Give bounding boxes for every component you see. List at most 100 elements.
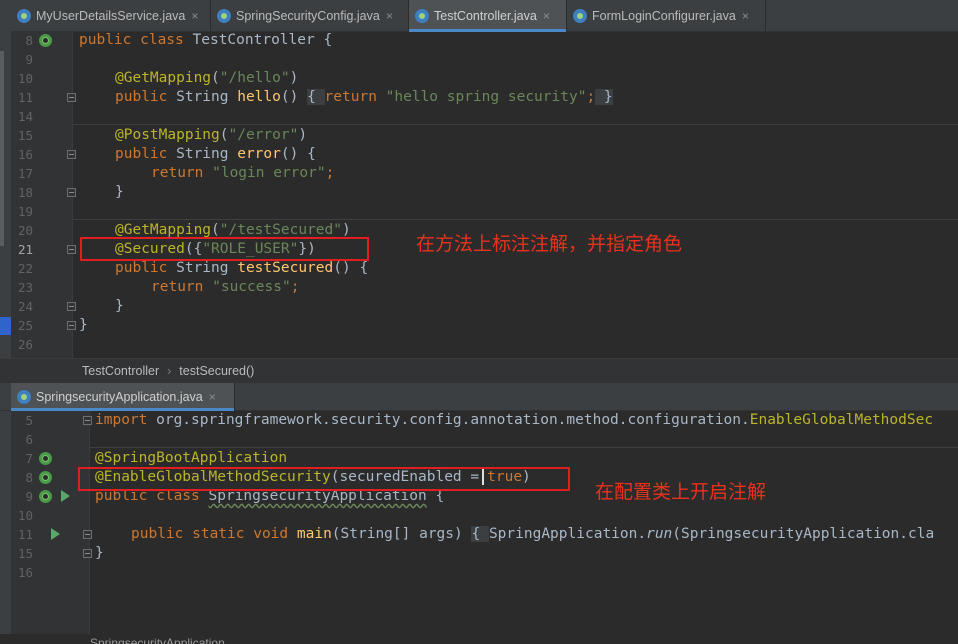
- java-class-icon: [17, 8, 31, 23]
- line-number: 11: [17, 90, 33, 105]
- editor-springsecurityapplication[interactable]: 5 import org.springframework.security.co…: [0, 411, 958, 634]
- code-line: 10 @GetMapping("/hello"): [0, 69, 958, 88]
- code-line: 16: [0, 563, 958, 582]
- line-number: 23: [17, 280, 33, 295]
- line-number: 20: [17, 223, 33, 238]
- spring-bean-icon[interactable]: [39, 490, 52, 503]
- line-number: 21: [17, 242, 33, 257]
- fold-toggle[interactable]: [83, 549, 92, 558]
- line-number: 8: [25, 470, 33, 485]
- tab-label: SpringSecurityConfig.java: [236, 8, 380, 23]
- line-number: 26: [17, 337, 33, 352]
- code-text: @PostMapping("/error"): [115, 127, 308, 143]
- top-tab-bar: MyUserDetailsService.java × SpringSecuri…: [0, 0, 958, 32]
- annotation-note-config: 在配置类上开启注解: [595, 481, 767, 503]
- code-line: 17 return "login error";: [0, 164, 958, 183]
- line-number: 17: [17, 166, 33, 181]
- code-line: 18 }: [0, 183, 958, 202]
- highlight-box-secured: [80, 237, 369, 261]
- code-text: public String hello() { return "hello sp…: [115, 89, 613, 105]
- line-number: 22: [17, 261, 33, 276]
- line-number: 15: [17, 546, 33, 561]
- code-text: @SpringBootApplication: [95, 450, 288, 466]
- code-line: 11 public String hello() { return "hello…: [0, 88, 958, 107]
- tab-springsecurityapplication[interactable]: SpringsecurityApplication.java ×: [11, 383, 235, 411]
- line-number: 16: [17, 147, 33, 162]
- breadcrumb-class[interactable]: TestController: [82, 364, 159, 378]
- bottom-tab-bar: SpringsecurityApplication.java ×: [0, 383, 958, 411]
- code-text: }: [115, 184, 124, 200]
- close-icon[interactable]: ×: [543, 9, 550, 23]
- tab-myuserdetailsservice[interactable]: MyUserDetailsService.java ×: [11, 0, 211, 31]
- fold-toggle[interactable]: [67, 321, 76, 330]
- line-number: 7: [25, 451, 33, 466]
- line-number: 19: [17, 204, 33, 219]
- code-line: 25 }: [0, 316, 958, 335]
- line-number: 5: [25, 413, 33, 428]
- code-line: 5 import org.springframework.security.co…: [0, 411, 958, 430]
- tab-label: MyUserDetailsService.java: [36, 8, 186, 23]
- breadcrumb-method[interactable]: testSecured(): [179, 364, 254, 378]
- line-number: 11: [17, 527, 33, 542]
- run-icon[interactable]: [61, 490, 70, 502]
- line-number: 6: [25, 432, 33, 447]
- code-line: 8 public class TestController {: [0, 31, 958, 50]
- tab-label: TestController.java: [434, 8, 537, 23]
- code-text: public String error() {: [115, 146, 316, 162]
- line-number: 15: [17, 128, 33, 143]
- code-line: 11 public static void main(String[] args…: [0, 525, 958, 544]
- bottom-breadcrumb: SpringsecurityApplication: [90, 636, 225, 644]
- code-text: import org.springframework.security.conf…: [95, 412, 934, 428]
- editor-testcontroller[interactable]: 8 public class TestController { 9 10 @Ge…: [0, 31, 958, 358]
- code-line: 23 return "success";: [0, 278, 958, 297]
- code-text: public String testSecured() {: [115, 260, 369, 276]
- code-line: 24 }: [0, 297, 958, 316]
- tab-testcontroller[interactable]: TestController.java ×: [409, 0, 567, 32]
- code-text: @GetMapping("/hello"): [115, 70, 299, 86]
- spring-bean-icon[interactable]: [39, 34, 52, 47]
- code-line: 9: [0, 50, 958, 69]
- fold-toggle[interactable]: [67, 245, 76, 254]
- code-text: public static void main(String[] args) {…: [131, 526, 935, 542]
- code-line: 15 }: [0, 544, 958, 563]
- tab-springsecurityconfig[interactable]: SpringSecurityConfig.java ×: [211, 0, 409, 31]
- code-line: 10: [0, 506, 958, 525]
- spring-config-icon[interactable]: [39, 471, 52, 484]
- line-number: 10: [17, 71, 33, 86]
- java-class-icon: [17, 389, 31, 404]
- tab-label: FormLoginConfigurer.java: [592, 8, 736, 23]
- code-line: 15 @PostMapping("/error"): [0, 126, 958, 145]
- line-number: 8: [25, 33, 33, 48]
- line-number: 9: [25, 489, 33, 504]
- code-text: return "success";: [151, 279, 300, 295]
- tab-formloginconfigurer[interactable]: FormLoginConfigurer.java ×: [567, 0, 766, 31]
- line-number: 16: [17, 565, 33, 580]
- code-text: }: [79, 317, 88, 333]
- code-text: }: [95, 545, 104, 561]
- line-number: 24: [17, 299, 33, 314]
- line-number: 9: [25, 52, 33, 67]
- line-number: 14: [17, 109, 33, 124]
- close-icon[interactable]: ×: [209, 390, 216, 404]
- run-icon[interactable]: [51, 528, 60, 540]
- breadcrumb: TestController › testSecured(): [0, 358, 958, 383]
- fold-toggle[interactable]: [83, 416, 92, 425]
- fold-toggle[interactable]: [67, 188, 76, 197]
- fold-toggle[interactable]: [83, 530, 92, 539]
- line-number: 18: [17, 185, 33, 200]
- breadcrumb-separator: ›: [167, 364, 172, 378]
- code-line: 22 public String testSecured() {: [0, 259, 958, 278]
- close-icon[interactable]: ×: [386, 9, 393, 23]
- tab-label: SpringsecurityApplication.java: [36, 389, 203, 404]
- close-icon[interactable]: ×: [742, 9, 749, 23]
- fold-toggle[interactable]: [67, 302, 76, 311]
- code-line: 16 public String error() {: [0, 145, 958, 164]
- line-number: 25: [17, 318, 33, 333]
- fold-toggle[interactable]: [67, 93, 76, 102]
- spring-bean-icon[interactable]: [39, 452, 52, 465]
- fold-toggle[interactable]: [67, 150, 76, 159]
- code-line: 26: [0, 335, 958, 354]
- close-icon[interactable]: ×: [191, 9, 198, 23]
- highlight-box-enable-global: [78, 467, 570, 491]
- code-text: return "login error";: [151, 165, 335, 181]
